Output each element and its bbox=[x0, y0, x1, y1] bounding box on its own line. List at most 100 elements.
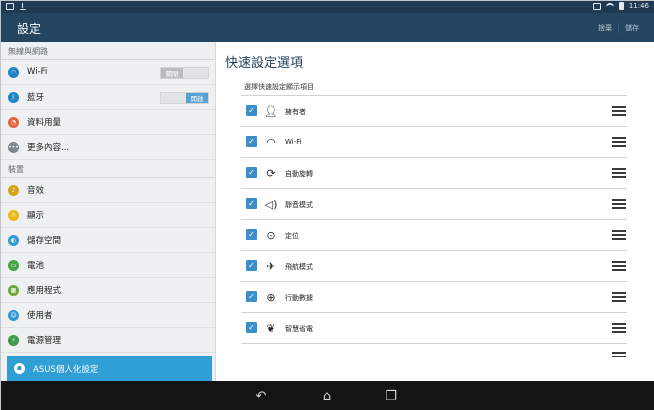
sim-icon bbox=[592, 2, 601, 10]
bluetooth-toggle[interactable]: 開啟 bbox=[160, 92, 209, 104]
wifi-signal-icon bbox=[605, 2, 614, 10]
android-settings-screen: 11:46 設定 捨棄 儲存 無線與網路 ◠ Wi-Fi 關閉 ᛒ 藍牙 開啟 … bbox=[0, 0, 654, 410]
panel-subtitle: 選擇快速設定顯示項目 bbox=[244, 83, 314, 91]
list-item-label: 定位 bbox=[285, 232, 299, 240]
list-item[interactable]: ✓ ❦ 智慧省電 bbox=[241, 312, 627, 343]
silent-mode-icon: ◁) bbox=[264, 197, 278, 211]
list-item[interactable]: ✓ ⊕ 行動數據 bbox=[241, 281, 627, 312]
checkbox[interactable]: ✓ bbox=[246, 136, 257, 147]
section-header-network: 無線與網路 bbox=[1, 42, 215, 60]
drag-handle-icon[interactable] bbox=[612, 292, 626, 302]
quick-settings-panel: 快速設定選項 選擇快速設定顯示項目 ✓ 👤︎ 擁有者 ✓ ◠ Wi-Fi ✓ ⟳… bbox=[217, 42, 654, 381]
checkbox[interactable]: ✓ bbox=[246, 291, 257, 302]
checkbox[interactable]: ✓ bbox=[246, 105, 257, 116]
list-item-label: 擁有者 bbox=[285, 108, 306, 116]
sidebar-item-label: 資料用量 bbox=[27, 118, 62, 128]
screenshot-icon bbox=[6, 3, 14, 10]
sidebar-item-apps[interactable]: ▦ 應用程式 bbox=[1, 278, 215, 303]
sidebar-item-label: 更多內容... bbox=[27, 143, 70, 153]
download-icon bbox=[20, 3, 26, 10]
drag-handle-icon[interactable] bbox=[612, 323, 626, 333]
drag-handle-icon[interactable] bbox=[612, 106, 626, 116]
mobile-data-icon: ⊕ bbox=[266, 290, 276, 304]
app-bar: 設定 捨棄 儲存 bbox=[1, 13, 654, 42]
sidebar-item-label: ASUS個人化設定 bbox=[33, 364, 99, 375]
sidebar-item-label: 電池 bbox=[27, 261, 45, 271]
notification-icons bbox=[6, 3, 26, 10]
sidebar-item-more[interactable]: ••• 更多內容... bbox=[1, 135, 215, 160]
navigation-bar: ↶ ⌂ ❐ bbox=[1, 381, 654, 410]
wifi-toggle[interactable]: 關閉 bbox=[160, 67, 209, 79]
drag-handle-icon[interactable] bbox=[612, 137, 626, 147]
checkbox[interactable]: ✓ bbox=[246, 322, 257, 333]
recent-apps-icon[interactable]: ❐ bbox=[383, 389, 399, 404]
asus-customized-icon: ☗ bbox=[14, 363, 25, 374]
storage-icon: ◐ bbox=[8, 234, 19, 246]
battery-icon: ▭ bbox=[8, 259, 19, 271]
wifi-toggle-label: 關閉 bbox=[161, 68, 183, 78]
save-button[interactable]: 儲存 bbox=[618, 23, 645, 33]
checkbox[interactable]: ✓ bbox=[246, 229, 257, 240]
section-header-device: 裝置 bbox=[1, 160, 215, 178]
drag-handle-icon[interactable] bbox=[612, 261, 626, 271]
more-icon: ••• bbox=[8, 141, 19, 153]
list-item[interactable]: ✓ ◠ Wi-Fi bbox=[241, 126, 627, 157]
power-management-icon: ⚡ bbox=[8, 334, 19, 346]
list-item[interactable]: ✓ ⊙ 定位 bbox=[241, 219, 627, 250]
back-icon[interactable]: ↶ bbox=[253, 389, 269, 404]
sidebar-item-storage[interactable]: ◐ 儲存空間 bbox=[1, 228, 215, 253]
location-icon: ⊙ bbox=[266, 228, 276, 242]
list-item-label: 靜音模式 bbox=[285, 201, 313, 209]
sidebar-item-label: 電源管理 bbox=[27, 336, 62, 346]
list-item[interactable]: ✓ ⟳ 自動旋轉 bbox=[241, 157, 627, 188]
person-icon: 👤︎ bbox=[264, 104, 278, 118]
airplane-icon: ✈ bbox=[266, 259, 276, 273]
sidebar-item-sound[interactable]: ♪ 音效 bbox=[1, 178, 215, 203]
user-icon: ☺ bbox=[8, 309, 19, 321]
home-icon[interactable]: ⌂ bbox=[319, 389, 335, 404]
list-item-label: 飛航模式 bbox=[285, 263, 313, 271]
sidebar-item-label: 儲存空間 bbox=[27, 236, 62, 246]
wifi-icon: ◠ bbox=[8, 66, 19, 78]
bluetooth-toggle-label: 開啟 bbox=[186, 93, 208, 103]
drag-handle-icon bbox=[612, 352, 626, 357]
quick-settings-list: ✓ 👤︎ 擁有者 ✓ ◠ Wi-Fi ✓ ⟳ 自動旋轉 ✓ ◁) 靜音模式 ✓ … bbox=[241, 95, 627, 357]
sidebar-item-label: 應用程式 bbox=[27, 286, 62, 296]
list-item[interactable]: ✓ ✈ 飛航模式 bbox=[241, 250, 627, 281]
sound-icon: ♪ bbox=[8, 184, 19, 196]
app-bar-actions: 捨棄 儲存 bbox=[592, 23, 645, 33]
list-item-partial bbox=[241, 343, 627, 357]
list-item[interactable]: ✓ ◁) 靜音模式 bbox=[241, 188, 627, 219]
list-item-label: 自動旋轉 bbox=[285, 170, 313, 178]
sidebar-item-bluetooth[interactable]: ᛒ 藍牙 開啟 bbox=[1, 85, 215, 110]
checkbox[interactable]: ✓ bbox=[246, 198, 257, 209]
apps-icon: ▦ bbox=[8, 284, 19, 296]
sidebar-item-wifi[interactable]: ◠ Wi-Fi 關閉 bbox=[1, 60, 215, 85]
panel-title: 快速設定選項 bbox=[225, 56, 304, 71]
system-icons: 11:46 bbox=[592, 2, 649, 10]
list-item-label: Wi-Fi bbox=[285, 138, 302, 146]
page-title: 設定 bbox=[17, 22, 42, 36]
discard-button[interactable]: 捨棄 bbox=[592, 23, 618, 33]
smart-power-saving-icon: ❦ bbox=[266, 321, 276, 335]
sidebar-item-users[interactable]: ☺ 使用者 bbox=[1, 303, 215, 328]
list-item[interactable]: ✓ 👤︎ 擁有者 bbox=[241, 95, 627, 126]
bluetooth-icon: ᛒ bbox=[8, 91, 19, 103]
auto-rotate-icon: ⟳ bbox=[266, 166, 276, 180]
drag-handle-icon[interactable] bbox=[612, 168, 626, 178]
checkbox[interactable]: ✓ bbox=[246, 260, 257, 271]
sidebar-item-label: 使用者 bbox=[27, 311, 53, 321]
sidebar-item-battery[interactable]: ▭ 電池 bbox=[1, 253, 215, 278]
sidebar-item-display[interactable]: ☼ 顯示 bbox=[1, 203, 215, 228]
sidebar-item-label: 顯示 bbox=[27, 211, 45, 221]
list-item-label: 智慧省電 bbox=[285, 325, 313, 333]
drag-handle-icon[interactable] bbox=[612, 230, 626, 240]
checkbox[interactable]: ✓ bbox=[246, 167, 257, 178]
settings-nav: 無線與網路 ◠ Wi-Fi 關閉 ᛒ 藍牙 開啟 ◔ 資料用量 ••• 更多內容… bbox=[1, 42, 216, 381]
sidebar-item-data-usage[interactable]: ◔ 資料用量 bbox=[1, 110, 215, 135]
sidebar-item-asus-customized[interactable]: ☗ ASUS個人化設定 bbox=[7, 356, 212, 381]
sidebar-item-power-management[interactable]: ⚡ 電源管理 bbox=[1, 328, 215, 353]
status-time: 11:46 bbox=[628, 2, 649, 10]
drag-handle-icon[interactable] bbox=[612, 199, 626, 209]
display-icon: ☼ bbox=[8, 209, 19, 221]
